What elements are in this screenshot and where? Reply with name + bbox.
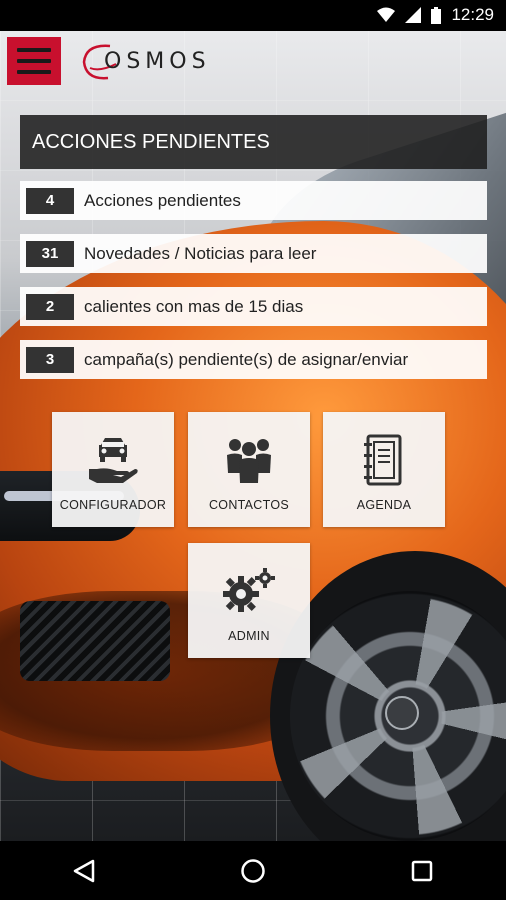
recents-icon [411,860,432,881]
signal-icon [405,7,422,23]
tile-label: CONTACTOS [208,498,290,512]
action-row-campaigns[interactable]: 3 campaña(s) pendiente(s) de asignar/env… [20,340,487,379]
clock: 12:29 [451,5,494,24]
car-hand-icon [87,434,139,486]
count-badge: 3 [26,346,74,373]
gears-icon [221,565,277,617]
tile-label: CONFIGURADOR [59,498,167,512]
admin-tile[interactable]: ADMIN [188,543,310,658]
people-icon [223,434,275,486]
back-button[interactable] [54,846,114,896]
hamburger-icon-bar [17,48,51,52]
battery-icon [431,6,442,24]
action-label: Acciones pendientes [84,190,241,210]
hamburger-icon-bar [17,59,51,63]
system-nav-bar [0,841,506,900]
notebook-icon [358,434,410,486]
status-icons: 12:29 [377,5,494,25]
action-label: campaña(s) pendiente(s) de asignar/envia… [84,349,409,369]
action-label: Novedades / Noticias para leer [84,243,317,263]
status-bar: 12:29 [0,0,506,31]
action-row-pending[interactable]: 4 Acciones pendientes [20,181,487,220]
count-badge: 2 [26,293,74,320]
logo-text: OSMOS [104,49,211,74]
agenda-tile[interactable]: AGENDA [323,412,445,527]
panel-title: ACCIONES PENDIENTES [20,115,487,169]
count-badge: 31 [26,240,74,267]
home-button[interactable] [223,846,283,896]
cosmos-logo: OSMOS [80,40,250,84]
recents-button[interactable] [392,846,452,896]
contactos-tile[interactable]: CONTACTOS [188,412,310,527]
action-row-hot-leads[interactable]: 2 calientes con mas de 15 dias [20,287,487,326]
back-icon [74,859,95,882]
home-icon [241,858,265,883]
action-label: calientes con mas de 15 dias [84,296,304,316]
configurador-tile[interactable]: CONFIGURADOR [52,412,174,527]
wifi-icon [377,7,396,22]
count-badge: 4 [26,187,74,214]
hamburger-icon-bar [17,70,51,74]
tile-label: ADMIN [228,629,270,643]
action-row-news[interactable]: 31 Novedades / Noticias para leer [20,234,487,273]
tile-label: AGENDA [356,498,412,512]
menu-button[interactable] [7,37,61,85]
